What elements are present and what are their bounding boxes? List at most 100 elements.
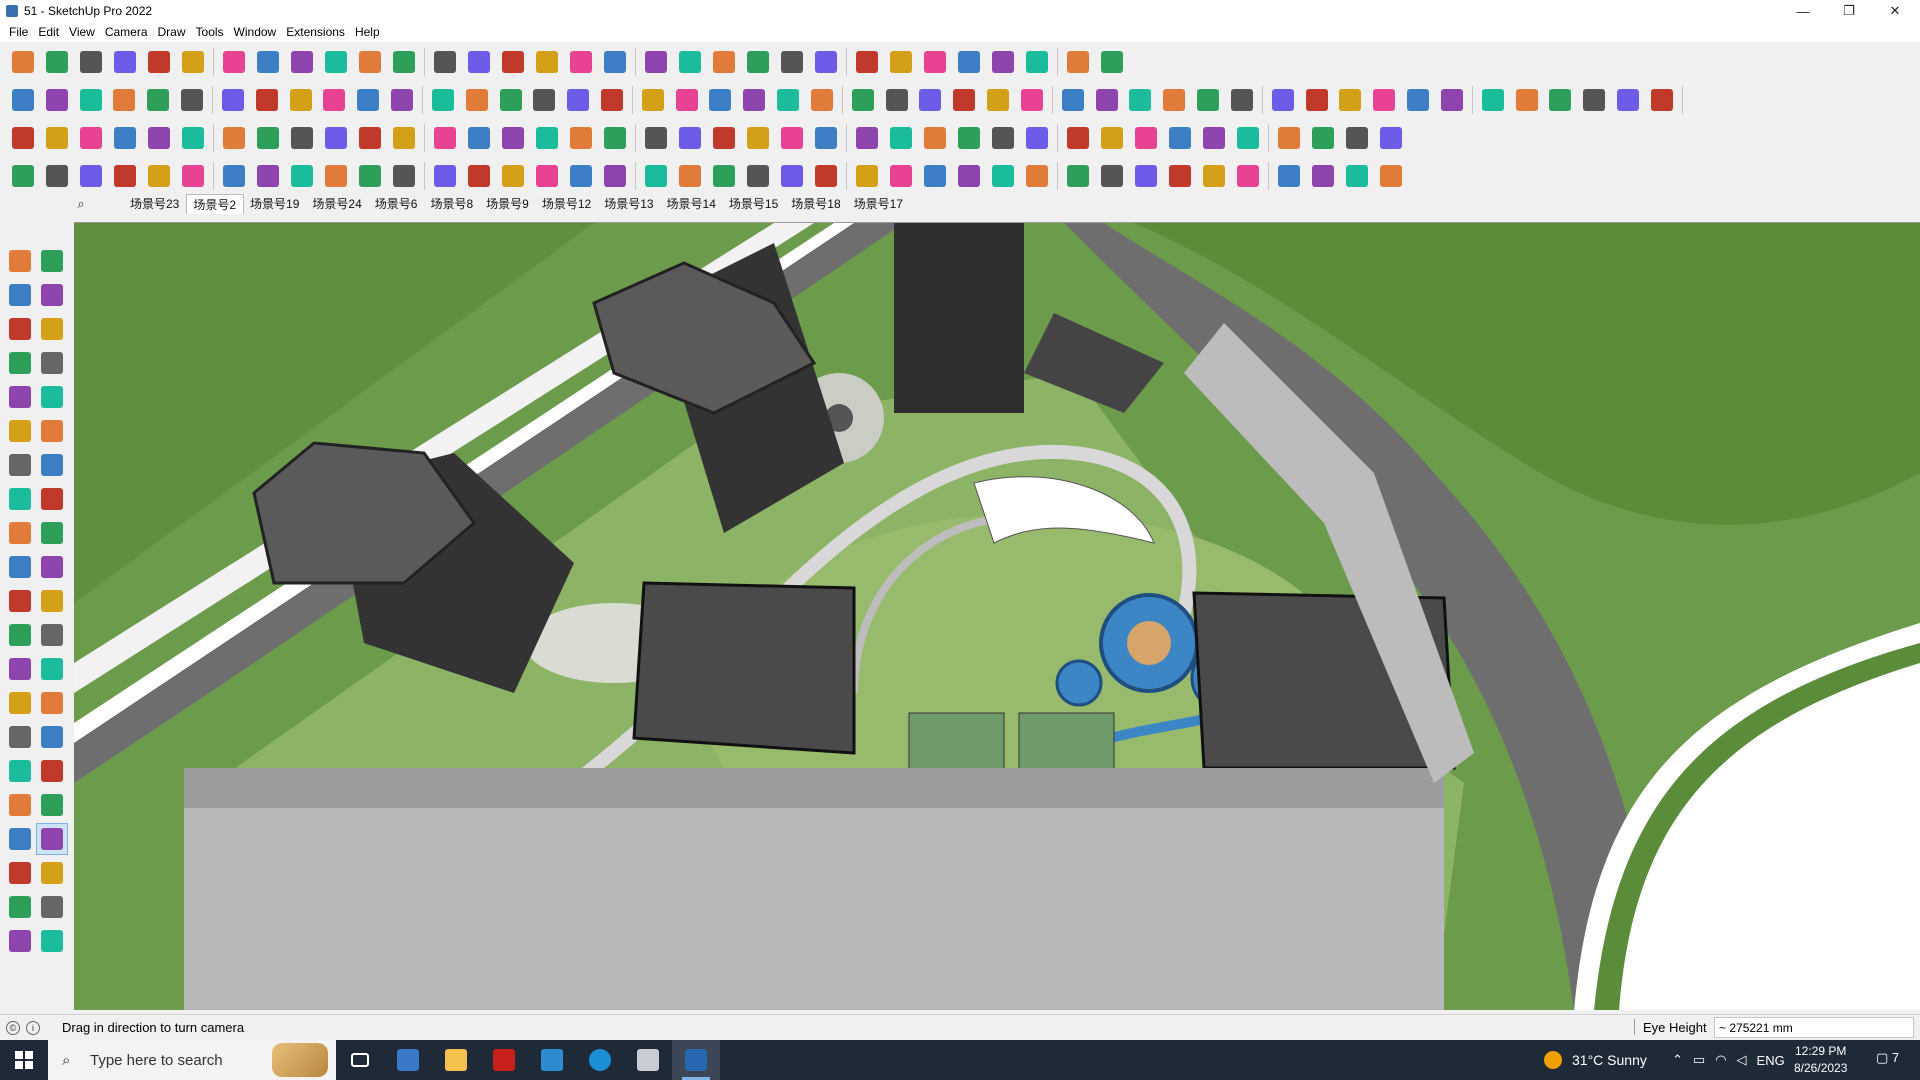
toolbar-tool-icon[interactable] — [637, 84, 669, 116]
menu-draw[interactable]: Draw — [153, 25, 191, 39]
freehand-icon[interactable] — [36, 347, 68, 379]
scene-tab[interactable]: 场景号14 — [661, 194, 723, 214]
toolbar-tool-icon[interactable] — [742, 122, 774, 154]
scene-tab[interactable]: 场景号23 — [124, 194, 186, 214]
info-icon[interactable]: i — [26, 1020, 40, 1035]
toolbar-tool-icon[interactable] — [41, 84, 73, 116]
toolbar-tool-icon[interactable] — [1198, 160, 1230, 192]
flip-icon[interactable] — [953, 46, 985, 78]
polygon-icon[interactable] — [36, 415, 68, 447]
section-icon[interactable] — [919, 46, 951, 78]
toolbar-tool-icon[interactable] — [1232, 122, 1264, 154]
toolbar-tool-icon[interactable] — [885, 160, 917, 192]
offset-icon[interactable] — [36, 585, 68, 617]
toolbar-tool-icon[interactable] — [388, 160, 420, 192]
measurements-box[interactable]: ~ 275221 mm — [1714, 1017, 1914, 1038]
scene-tab[interactable]: 场景号2 — [186, 194, 245, 214]
toolbar-tool-icon[interactable] — [810, 122, 842, 154]
scale-icon[interactable] — [354, 46, 386, 78]
toolbar-tool-icon[interactable] — [286, 122, 318, 154]
toolbar-tool-icon[interactable] — [565, 122, 597, 154]
sandbox-from-contours-icon[interactable] — [4, 891, 36, 923]
scene-search-icon[interactable]: ⌕ — [72, 196, 90, 212]
toolbar-tool-icon[interactable] — [772, 84, 804, 116]
task-view-button[interactable] — [336, 1040, 384, 1080]
sketchup-3-app[interactable] — [528, 1040, 576, 1080]
hand-icon[interactable] — [1096, 46, 1128, 78]
toolbar-tool-icon[interactable] — [599, 122, 631, 154]
toolbar-tool-icon[interactable] — [388, 122, 420, 154]
start-button[interactable] — [0, 1040, 48, 1080]
toolbar-tool-icon[interactable] — [1436, 84, 1468, 116]
toolbar-tool-icon[interactable] — [1375, 122, 1407, 154]
smoove-icon[interactable] — [4, 925, 36, 957]
eraser-icon[interactable] — [75, 46, 107, 78]
scene-tab[interactable]: 场景号12 — [536, 194, 598, 214]
menu-tools[interactable]: Tools — [191, 25, 229, 39]
orbit-icon[interactable] — [36, 245, 68, 277]
rotated-rectangle-icon[interactable] — [36, 381, 68, 413]
weather-widget[interactable]: 31°C Sunny — [1544, 1040, 1647, 1080]
toolbar-tool-icon[interactable] — [1057, 84, 1089, 116]
toolbar-tool-icon[interactable] — [218, 160, 250, 192]
menu-help[interactable]: Help — [350, 25, 385, 39]
eraser-icon[interactable] — [36, 279, 68, 311]
orbit-icon[interactable] — [497, 46, 529, 78]
tape-measure-icon[interactable] — [388, 46, 420, 78]
select-icon[interactable] — [41, 46, 73, 78]
menu-extensions[interactable]: Extensions — [281, 25, 350, 39]
toolbar-tool-icon[interactable] — [1021, 122, 1053, 154]
scene-tab[interactable]: 场景号8 — [424, 194, 480, 214]
axes-icon[interactable] — [4, 687, 36, 719]
toolbar-tool-icon[interactable] — [982, 84, 1014, 116]
sandbox-scratch-icon[interactable] — [36, 891, 68, 923]
edge-app[interactable] — [576, 1040, 624, 1080]
toolbar-tool-icon[interactable] — [1130, 160, 1162, 192]
toolbar-tool-icon[interactable] — [143, 160, 175, 192]
toolbar-tool-icon[interactable] — [1096, 160, 1128, 192]
toolbar-tool-icon[interactable] — [674, 160, 706, 192]
toolbar-tool-icon[interactable] — [7, 160, 39, 192]
toolbar-tool-icon[interactable] — [640, 122, 672, 154]
orbit-icon[interactable] — [4, 721, 36, 753]
toolbar-tool-icon[interactable] — [318, 84, 350, 116]
toolbar-tool-icon[interactable] — [217, 84, 249, 116]
toolbar-tool-icon[interactable] — [1125, 84, 1157, 116]
toolbar-tool-icon[interactable] — [463, 122, 495, 154]
toolbar-tool-icon[interactable] — [742, 160, 774, 192]
toolbar-tool-icon[interactable] — [562, 84, 594, 116]
wifi-icon[interactable]: ◠ — [1715, 1052, 1726, 1068]
push-pull-icon[interactable] — [218, 46, 250, 78]
stamp-icon[interactable] — [708, 46, 740, 78]
smoove-icon[interactable] — [674, 46, 706, 78]
toolbar-tool-icon[interactable] — [953, 122, 985, 154]
extension-icon[interactable] — [810, 46, 842, 78]
arc-icon[interactable] — [4, 449, 36, 481]
three-point-arc-icon[interactable] — [4, 483, 36, 515]
toolbar-tool-icon[interactable] — [1226, 84, 1258, 116]
toolbar-tool-icon[interactable] — [252, 160, 284, 192]
toolbar-tool-icon[interactable] — [109, 122, 141, 154]
scene-tab[interactable]: 场景号17 — [848, 194, 910, 214]
toolbar-tool-icon[interactable] — [143, 122, 175, 154]
toolbar-tool-icon[interactable] — [565, 160, 597, 192]
text-icon[interactable] — [429, 46, 461, 78]
section-plane-icon[interactable] — [36, 857, 68, 889]
zoom-extents-icon[interactable] — [4, 789, 36, 821]
toolbar-tool-icon[interactable] — [640, 160, 672, 192]
toolbar-tool-icon[interactable] — [1164, 122, 1196, 154]
toolbar-tool-icon[interactable] — [1307, 122, 1339, 154]
3d-text-icon[interactable] — [36, 687, 68, 719]
circle-icon[interactable] — [4, 415, 36, 447]
toolbar-tool-icon[interactable] — [1646, 84, 1678, 116]
toolbar-tool-icon[interactable] — [1062, 160, 1094, 192]
toolbar-tool-icon[interactable] — [1158, 84, 1190, 116]
toolbar-tool-icon[interactable] — [987, 160, 1019, 192]
toolbar-tool-icon[interactable] — [320, 160, 352, 192]
menu-window[interactable]: Window — [229, 25, 282, 39]
toolbar-tool-icon[interactable] — [1096, 122, 1128, 154]
toolbar-tool-icon[interactable] — [738, 84, 770, 116]
previous-view-icon[interactable] — [36, 789, 68, 821]
menu-edit[interactable]: Edit — [33, 25, 64, 39]
toolbar-tool-icon[interactable] — [1375, 160, 1407, 192]
